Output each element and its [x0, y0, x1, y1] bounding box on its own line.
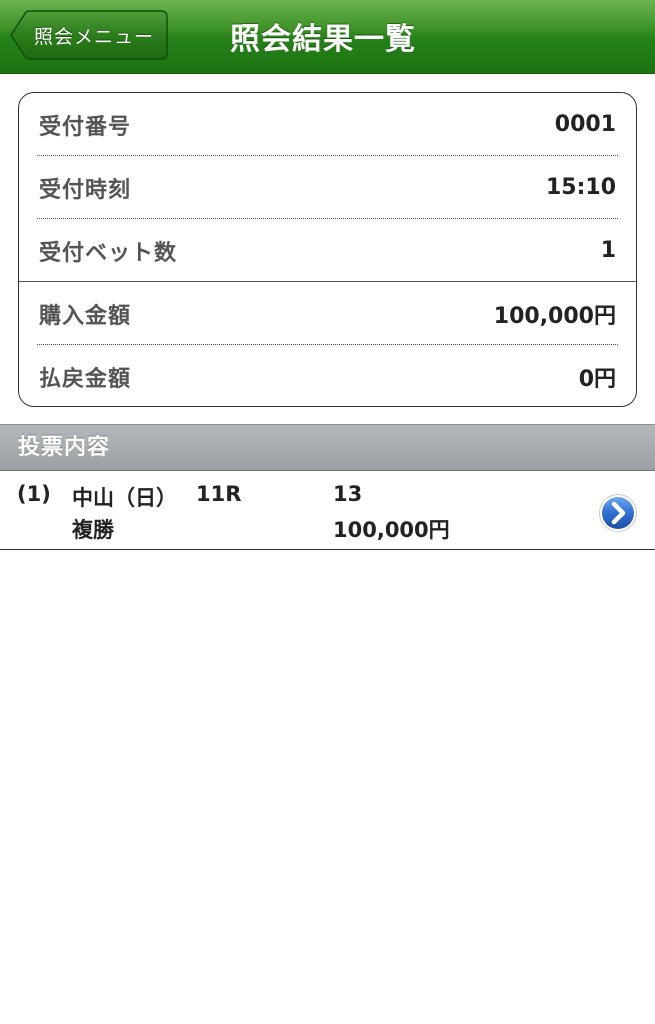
receipt-number-value: 0001	[554, 112, 616, 137]
summary-row-purchase-amount: 購入金額 100,000円	[19, 282, 636, 345]
ticket-race-number: 11R	[196, 482, 242, 506]
navigation-bar: 照会メニュー 照会結果一覧	[0, 0, 655, 74]
receipt-summary-card: 受付番号 0001 受付時刻 15:10 受付ベット数 1 購入金額 100,0…	[18, 92, 637, 407]
payout-amount-label: 払戻金額	[39, 366, 132, 392]
receipt-time-value: 15:10	[545, 175, 616, 200]
bet-count-label: 受付ベット数	[39, 240, 178, 266]
summary-row-bet-count: 受付ベット数 1	[19, 219, 636, 282]
receipt-time-label: 受付時刻	[39, 177, 132, 203]
ticket-row[interactable]: (1) 中山（日） 11R 13 複勝 100,000円	[0, 471, 655, 550]
summary-row-receipt-time: 受付時刻 15:10	[19, 156, 636, 219]
ticket-bet-type: 複勝	[72, 518, 114, 542]
payout-amount-value: 0円	[578, 366, 616, 392]
ticket-horse-number: 13	[333, 482, 363, 506]
back-button-label: 照会メニュー	[34, 25, 155, 48]
ticket-index: (1)	[17, 482, 51, 506]
chevron-right-circle-icon[interactable]	[598, 493, 638, 533]
summary-row-receipt-number: 受付番号 0001	[19, 93, 636, 156]
back-button[interactable]: 照会メニュー	[10, 10, 168, 60]
ticket-venue: 中山（日）	[72, 486, 177, 510]
purchase-amount-label: 購入金額	[39, 303, 132, 329]
receipt-number-label: 受付番号	[39, 114, 132, 140]
bet-count-value: 1	[600, 238, 616, 263]
ticket-amount: 100,000円	[333, 518, 450, 542]
summary-row-payout-amount: 払戻金額 0円	[19, 345, 636, 406]
page-title: 照会結果一覧	[230, 22, 416, 57]
section-header-bet-contents: 投票内容	[0, 424, 655, 471]
purchase-amount-value: 100,000円	[493, 303, 616, 329]
